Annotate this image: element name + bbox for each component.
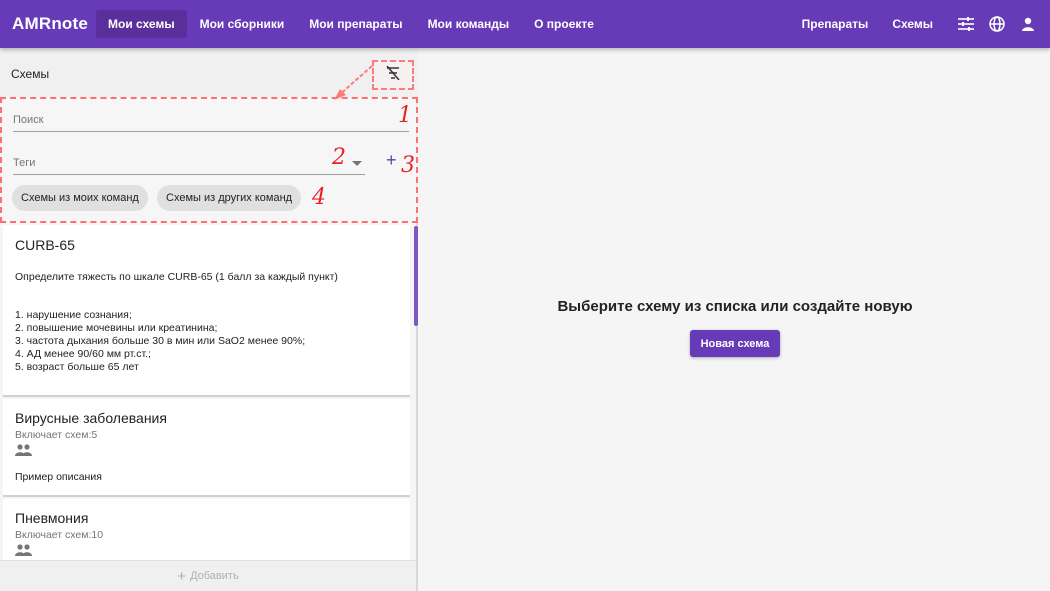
annotation-2: 2 xyxy=(332,145,346,170)
plus-icon: + xyxy=(177,567,187,585)
empty-state-title: Выберите схему из списка или создайте но… xyxy=(557,298,913,315)
card-line: 3. частота дыхания больше 30 в мин или S… xyxy=(15,335,306,347)
nav-drugs-link[interactable]: Препараты xyxy=(802,17,869,31)
card-description: Пример описания xyxy=(15,471,102,483)
card-line: 2. повышение мочевины или креатинина; xyxy=(15,322,218,334)
search-input[interactable]: Поиск xyxy=(13,112,409,132)
add-label: Добавить xyxy=(190,570,239,582)
card-line: 1. нарушение сознания; xyxy=(15,309,132,321)
filter-off-icon xyxy=(385,65,401,85)
scheme-card-pneumonia[interactable]: Пневмония Включает схем:10 xyxy=(3,499,410,560)
annotation-1: 1 xyxy=(398,103,412,128)
nav-my-collections[interactable]: Мои сборники xyxy=(188,10,297,38)
list-scrollbar[interactable] xyxy=(414,226,418,326)
add-scheme-button[interactable]: + Добавить xyxy=(0,560,416,591)
brand-logo[interactable]: AMRnote xyxy=(12,14,88,34)
scheme-card-curb65[interactable]: CURB-65 Определите тяжесть по шкале CURB… xyxy=(3,225,410,397)
top-app-bar: AMRnote Мои схемы Мои сборники Мои препа… xyxy=(0,0,1050,48)
chevron-down-icon xyxy=(352,161,362,166)
nav-schemes-link[interactable]: Схемы xyxy=(892,17,933,31)
tune-icon[interactable] xyxy=(957,15,975,33)
schemes-list: CURB-65 Определите тяжесть по шкале CURB… xyxy=(0,223,414,560)
card-line: 4. АД менее 90/60 мм рт.ст.; xyxy=(15,348,151,360)
card-title: Вирусные заболевания xyxy=(15,410,167,426)
card-subtitle: Включает схем:10 xyxy=(15,529,104,541)
main-nav: Мои схемы Мои сборники Мои препараты Мои… xyxy=(96,0,607,48)
tags-placeholder: Теги xyxy=(13,157,36,169)
card-title: Пневмония xyxy=(15,510,89,526)
filter-area: Поиск 1 Теги 2 + 3 Схемы из моих команд … xyxy=(0,97,418,223)
right-nav: Препараты Схемы xyxy=(802,0,1050,48)
annotation-arrow-icon xyxy=(334,65,373,100)
panel-title: Схемы xyxy=(11,67,50,81)
schemes-panel: Схемы Поиск 1 Теги 2 + 3 Схемы из моих к… xyxy=(0,48,418,591)
group-icon xyxy=(15,543,32,560)
card-line: 5. возраст больше 65 лет xyxy=(15,361,139,373)
chip-other-teams-schemes[interactable]: Схемы из других команд xyxy=(157,185,302,211)
annotation-3: 3 xyxy=(401,153,415,178)
nav-about[interactable]: О проекте xyxy=(522,10,606,38)
globe-icon[interactable] xyxy=(988,15,1006,33)
new-scheme-button[interactable]: Новая схема xyxy=(690,330,780,357)
nav-my-schemes[interactable]: Мои схемы xyxy=(96,10,187,38)
account-icon[interactable] xyxy=(1019,15,1037,33)
annotation-4: 4 xyxy=(312,185,326,210)
tags-select[interactable]: Теги xyxy=(13,155,365,175)
main-content: Выберите схему из списка или создайте но… xyxy=(420,48,1050,591)
scheme-card-viral[interactable]: Вирусные заболевания Включает схем:5 При… xyxy=(3,399,410,497)
card-description: Определите тяжесть по шкале CURB-65 (1 б… xyxy=(15,271,338,283)
chip-my-teams-schemes[interactable]: Схемы из моих команд xyxy=(12,185,148,211)
filter-toggle-button[interactable] xyxy=(372,60,414,90)
group-icon xyxy=(15,443,32,461)
card-title: CURB-65 xyxy=(15,237,75,253)
card-subtitle: Включает схем:5 xyxy=(15,429,98,441)
nav-my-teams[interactable]: Мои команды xyxy=(416,10,522,38)
nav-my-drugs[interactable]: Мои препараты xyxy=(297,10,414,38)
add-tag-button[interactable]: + xyxy=(386,150,397,171)
